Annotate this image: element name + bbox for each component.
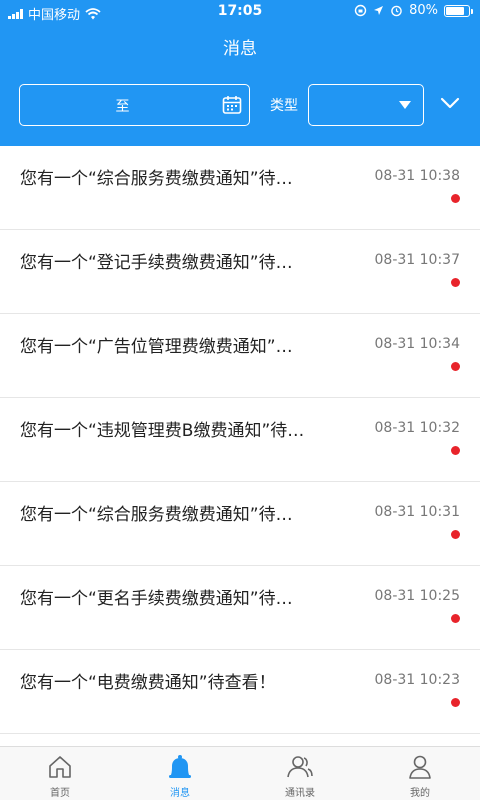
unread-dot [451, 446, 460, 455]
message-list: 您有一个“综合服务费缴费通知”待… 08-31 10:38 您有一个“登记手续费… [0, 146, 480, 734]
page-title: 消息 [223, 39, 257, 59]
type-select[interactable] [308, 84, 424, 126]
message-text: 您有一个“登记手续费缴费通知”待… [20, 253, 293, 273]
message-item[interactable]: 您有一个“电费缴费通知”待查看！ 08-31 10:23 [0, 650, 480, 734]
home-icon [49, 756, 71, 778]
unread-dot [451, 194, 460, 203]
battery-icon [444, 4, 473, 17]
message-item[interactable]: 您有一个“广告位管理费缴费通知”… 08-31 10:34 [0, 314, 480, 398]
tab-label: 我的 [410, 788, 430, 799]
filter-bar: 至 类型 [0, 84, 480, 126]
message-item[interactable]: 您有一个“综合服务费缴费通知”待… 08-31 10:31 [0, 482, 480, 566]
contacts-icon [287, 756, 313, 778]
chevron-down-icon[interactable] [440, 96, 460, 110]
calendar-icon[interactable] [222, 95, 242, 115]
unread-dot [451, 530, 460, 539]
message-item[interactable]: 您有一个“综合服务费缴费通知”待… 08-31 10:38 [0, 146, 480, 230]
message-text: 您有一个“更名手续费缴费通知”待… [20, 589, 293, 609]
user-icon [409, 755, 431, 779]
tab-contacts[interactable]: 通讯录 [240, 747, 360, 800]
battery-percent: 80% [409, 3, 438, 18]
message-time: 08-31 10:38 [374, 168, 460, 184]
location-icon [374, 6, 384, 15]
message-text: 您有一个“电费缴费通知”待查看！ [20, 673, 276, 693]
unread-dot [451, 614, 460, 623]
rotation-lock-icon [354, 4, 367, 17]
message-time: 08-31 10:31 [374, 504, 460, 520]
message-time: 08-31 10:32 [374, 420, 460, 436]
message-time: 08-31 10:23 [374, 672, 460, 688]
message-time: 08-31 10:37 [374, 252, 460, 268]
unread-dot [451, 362, 460, 371]
tab-messages[interactable]: 消息 [120, 747, 240, 800]
tab-bar: 首页 消息 通讯录 我的 [0, 746, 480, 800]
message-item[interactable]: 您有一个“违规管理费B缴费通知”待… 08-31 10:32 [0, 398, 480, 482]
caret-down-icon [399, 101, 411, 109]
date-range-separator: 至 [115, 99, 130, 115]
type-label: 类型 [270, 98, 298, 114]
tab-label: 通讯录 [285, 788, 315, 799]
date-range-field[interactable]: 至 [19, 84, 250, 126]
alarm-icon [391, 5, 402, 17]
unread-dot [451, 278, 460, 287]
status-bar: 中国移动 17:05 80% [0, 0, 480, 24]
bell-icon [169, 755, 191, 778]
tab-label: 首页 [50, 788, 70, 799]
message-text: 您有一个“违规管理费B缴费通知”待… [20, 421, 305, 441]
message-time: 08-31 10:34 [374, 336, 460, 352]
message-item[interactable]: 您有一个“登记手续费缴费通知”待… 08-31 10:37 [0, 230, 480, 314]
tab-label: 消息 [170, 788, 190, 799]
message-text: 您有一个“广告位管理费缴费通知”… [20, 337, 293, 357]
tab-home[interactable]: 首页 [0, 747, 120, 800]
message-text: 您有一个“综合服务费缴费通知”待… [20, 505, 293, 525]
message-text: 您有一个“综合服务费缴费通知”待… [20, 169, 293, 189]
header: 中国移动 17:05 80% 消息 至 类型 [0, 0, 480, 146]
message-item[interactable]: 您有一个“更名手续费缴费通知”待… 08-31 10:25 [0, 566, 480, 650]
message-time: 08-31 10:25 [374, 588, 460, 604]
unread-dot [451, 698, 460, 707]
tab-profile[interactable]: 我的 [360, 747, 480, 800]
